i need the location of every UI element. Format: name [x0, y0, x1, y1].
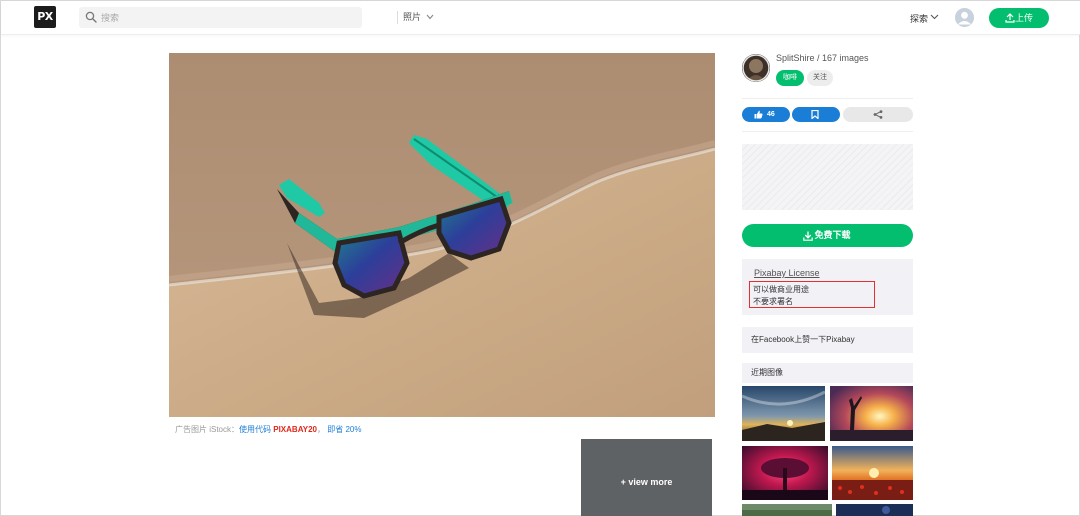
author-avatar[interactable]	[742, 54, 770, 82]
bookmark-button[interactable]	[792, 107, 840, 122]
pixabay-logo[interactable]: PX	[34, 6, 56, 28]
download-icon	[803, 231, 813, 241]
explore-menu[interactable]: 探索	[910, 12, 939, 25]
upload-label: 上传	[1014, 13, 1033, 23]
view-more-button[interactable]: + view more	[581, 439, 712, 516]
top-navbar: PX 照片 探索 上传	[1, 1, 1080, 35]
facebook-like-panel[interactable]: 在Facebook上赞一下Pixabay	[742, 327, 913, 353]
divider	[742, 131, 913, 132]
ad-placeholder	[742, 144, 913, 210]
chevron-down-icon	[426, 14, 434, 20]
recent-image-thumbnail[interactable]	[830, 386, 913, 441]
like-count: 46	[767, 111, 775, 118]
recent-image-thumbnail[interactable]	[742, 386, 825, 441]
recent-image-thumbnail[interactable]	[836, 504, 913, 516]
chevron-down-icon	[930, 14, 939, 20]
free-download-button[interactable]: 免费下载	[742, 224, 913, 247]
recent-image-thumbnail[interactable]	[742, 446, 828, 500]
ad-link[interactable]: 使用代码	[239, 425, 271, 434]
download-label: 免费下载	[814, 230, 851, 240]
ad-promo-line: 广告图片 iStock：使用代码 PIXABAY20， 即省 20%	[175, 424, 361, 435]
explore-label: 探索	[910, 14, 929, 24]
share-button[interactable]	[843, 107, 913, 122]
license-title[interactable]: Pixabay License	[754, 268, 820, 278]
user-avatar-icon[interactable]	[955, 8, 974, 27]
search-type-label: 照片	[403, 12, 422, 22]
search-input[interactable]	[101, 9, 321, 26]
highlight-annotation-box	[749, 281, 875, 308]
follow-button[interactable]: 关注	[807, 70, 833, 86]
ad-discount[interactable]: 即省 20%	[327, 425, 361, 434]
search-bar[interactable]: 照片	[79, 7, 434, 28]
sponsor-button[interactable]: 咖啡	[776, 70, 804, 86]
recent-image-thumbnail[interactable]	[832, 446, 913, 500]
search-icon	[85, 11, 97, 23]
ad-code[interactable]: PIXABAY20	[273, 425, 317, 434]
recent-images-header: 近期图像	[742, 363, 913, 383]
license-panel: Pixabay License 可以做商业用途 不要求署名	[742, 259, 913, 315]
search-type-dropdown[interactable]: 照片	[397, 7, 440, 28]
like-button[interactable]: 46	[742, 107, 790, 122]
recent-image-thumbnail[interactable]	[742, 504, 832, 516]
share-icon	[873, 110, 883, 119]
author-name[interactable]: SplitShire / 167 images	[776, 53, 869, 63]
upload-button[interactable]: 上传	[989, 8, 1049, 28]
divider	[742, 98, 913, 99]
ad-prefix: 广告图片 iStock：	[175, 425, 240, 434]
bookmark-icon	[811, 110, 819, 119]
main-photo[interactable]	[169, 53, 715, 417]
thumbs-up-icon	[754, 110, 763, 119]
upload-icon	[1005, 13, 1015, 23]
ad-suffix: ，	[316, 425, 325, 434]
